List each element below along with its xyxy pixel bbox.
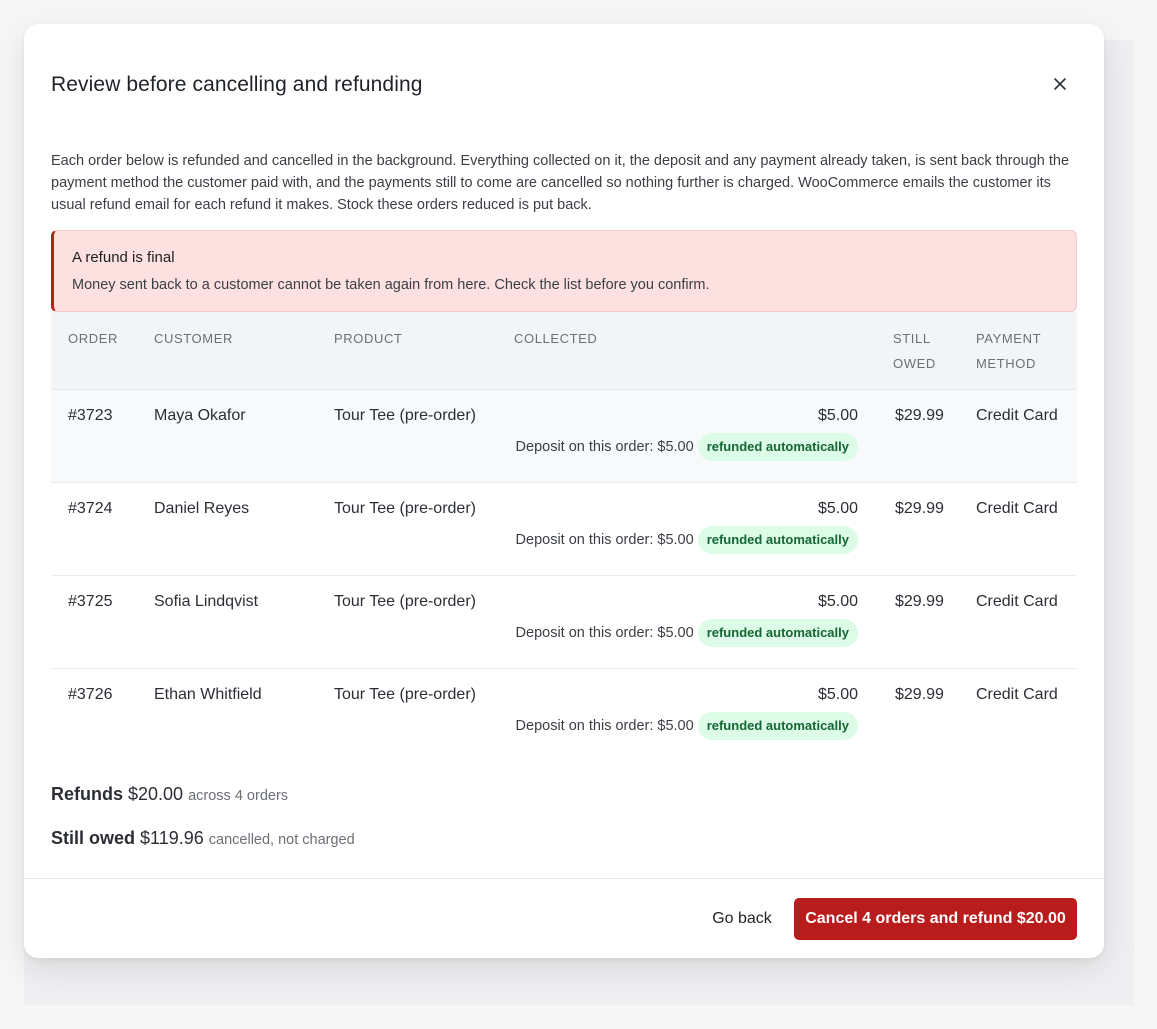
final-refund-alert: A refund is final Money sent back to a c…	[51, 230, 1077, 312]
status-badge: refunded automatically	[697, 619, 858, 647]
order-number: #3726	[68, 686, 113, 703]
alert-title: A refund is final	[72, 249, 175, 266]
still-owed-amount: $29.99	[895, 686, 944, 703]
footer-divider	[24, 878, 1104, 879]
review-dialog: Review before cancelling and refunding E…	[24, 24, 1104, 958]
deposit-text: Deposit on this order: $5.00	[515, 439, 694, 455]
collected-amount: $5.00	[817, 593, 858, 610]
still-owed-amount: $29.99	[895, 407, 944, 424]
refunds-summary: Refunds $20.00 across 4 orders	[51, 784, 288, 805]
product-name: Tour Tee (pre-order)	[334, 686, 476, 703]
table-header: ORDER CUSTOMER PRODUCT COLLECTED STILL O…	[51, 312, 1077, 390]
collected-amount: $5.00	[817, 407, 858, 424]
customer-name: Ethan Whitfield	[154, 686, 262, 703]
close-icon	[1054, 78, 1066, 90]
payment-method: Credit Card	[976, 686, 1058, 703]
deposit-text: Deposit on this order: $5.00	[515, 625, 694, 641]
header-still-owed: STILL OWED	[893, 326, 936, 376]
product-name: Tour Tee (pre-order)	[334, 500, 476, 517]
order-number: #3725	[68, 593, 113, 610]
deposit-text: Deposit on this order: $5.00	[515, 532, 694, 548]
header-customer: CUSTOMER	[154, 331, 233, 346]
header-still-owed-line1: STILL	[893, 331, 931, 346]
header-still-owed-line2: OWED	[893, 356, 936, 371]
payment-method: Credit Card	[976, 500, 1058, 517]
header-payment-method: PAYMENT METHOD	[976, 326, 1041, 376]
status-badge: refunded automatically	[697, 526, 858, 554]
order-number: #3724	[68, 500, 113, 517]
header-product: PRODUCT	[334, 331, 403, 346]
collected-amount: $5.00	[817, 500, 858, 517]
header-collected: COLLECTED	[514, 331, 598, 346]
confirm-cancel-refund-button[interactable]: Cancel 4 orders and refund $20.00	[794, 898, 1077, 940]
header-order: ORDER	[68, 331, 118, 346]
still-owed-amount: $29.99	[895, 593, 944, 610]
table-row: #3726 Ethan Whitfield Tour Tee (pre-orde…	[51, 669, 1077, 762]
deposit-line: Deposit on this order: $5.00 refunded au…	[516, 526, 858, 554]
alert-body: Money sent back to a customer cannot be …	[72, 277, 710, 293]
dialog-title: Review before cancelling and refunding	[51, 73, 423, 96]
header-payment-line1: PAYMENT	[976, 331, 1042, 346]
deposit-line: Deposit on this order: $5.00 refunded au…	[516, 712, 858, 740]
still-owed-summary: Still owed $119.96 cancelled, not charge…	[51, 828, 355, 849]
table-row: #3723 Maya Okafor Tour Tee (pre-order) $…	[51, 390, 1077, 483]
refunds-amount: $20.00	[128, 784, 184, 804]
customer-name: Sofia Lindqvist	[154, 593, 259, 610]
still-owed-amount: $29.99	[895, 500, 944, 517]
deposit-line: Deposit on this order: $5.00 refunded au…	[516, 433, 858, 461]
customer-name: Maya Okafor	[154, 407, 246, 424]
table-row: #3724 Daniel Reyes Tour Tee (pre-order) …	[51, 483, 1077, 576]
still-owed-total: $119.96	[140, 828, 204, 848]
order-number: #3723	[68, 407, 113, 424]
collected-amount: $5.00	[817, 686, 858, 703]
payment-method: Credit Card	[976, 593, 1058, 610]
close-button[interactable]	[1048, 72, 1072, 96]
refunds-label: Refunds	[51, 784, 123, 804]
product-name: Tour Tee (pre-order)	[334, 407, 476, 424]
deposit-line: Deposit on this order: $5.00 refunded au…	[516, 619, 858, 647]
customer-name: Daniel Reyes	[154, 500, 250, 517]
still-owed-note: cancelled, not charged	[208, 832, 355, 848]
table-row: #3725 Sofia Lindqvist Tour Tee (pre-orde…	[51, 576, 1077, 669]
refunds-note: across 4 orders	[188, 788, 289, 804]
status-badge: refunded automatically	[697, 433, 858, 461]
still-owed-label: Still owed	[51, 828, 136, 848]
header-payment-line2: METHOD	[976, 356, 1036, 371]
deposit-text: Deposit on this order: $5.00	[515, 718, 694, 734]
dialog-intro: Each order below is refunded and cancell…	[51, 153, 1070, 213]
payment-method: Credit Card	[976, 407, 1058, 424]
go-back-button[interactable]: Go back	[700, 898, 784, 940]
status-badge: refunded automatically	[697, 712, 858, 740]
orders-table: ORDER CUSTOMER PRODUCT COLLECTED STILL O…	[51, 312, 1077, 762]
product-name: Tour Tee (pre-order)	[334, 593, 476, 610]
